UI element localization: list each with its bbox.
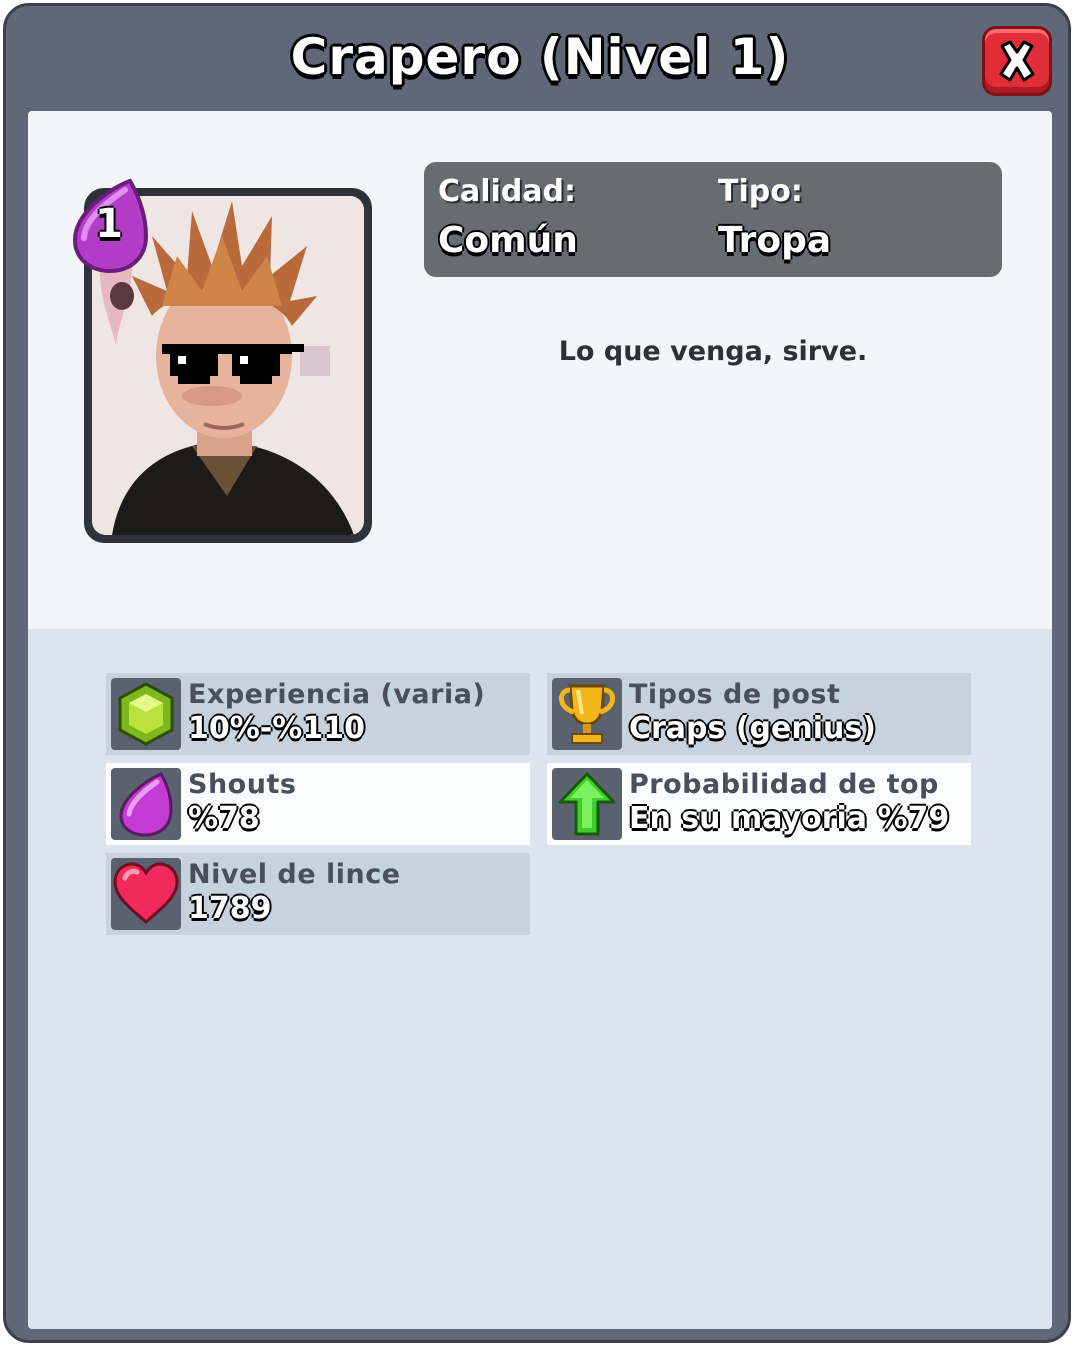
stat-value: En su mayoria %79 (629, 801, 950, 836)
close-icon (999, 40, 1035, 82)
quality-label: Calidad: (438, 174, 577, 209)
trophy-icon (552, 678, 622, 750)
close-button[interactable] (982, 26, 1052, 96)
stat-name: Probabilidad de top (629, 769, 939, 800)
card-description: Lo que venga, sirve. (558, 336, 868, 367)
elixir-icon (111, 768, 181, 840)
card-info-dialog: Crapero (Nivel 1) 1 Calidad: Común Tipo:… (3, 3, 1071, 1343)
stat-shouts: Shouts %78 (106, 763, 530, 845)
stat-experience: Experiencia (varia) 10%-%110 (106, 673, 530, 755)
gem-icon (111, 678, 181, 750)
stat-value: 1789 (188, 891, 272, 926)
stat-value: Craps (genius) (629, 711, 876, 746)
stat-top-probability: Probabilidad de top En su mayoria %79 (547, 763, 971, 845)
stat-value: %78 (188, 801, 260, 836)
type-label: Tipo: (718, 174, 803, 209)
stat-lynx-level: Nivel de lince 1789 (106, 853, 530, 935)
stat-name: Nivel de lince (188, 859, 401, 890)
type-value: Tropa (718, 220, 832, 261)
stat-name: Shouts (188, 769, 297, 800)
stat-name: Experiencia (varia) (188, 679, 486, 710)
heart-icon (111, 858, 181, 930)
card-summary-area: 1 Calidad: Común Tipo: Tropa Lo que veng… (28, 111, 1052, 629)
card-info-box: Calidad: Común Tipo: Tropa (424, 162, 1002, 277)
card-level: 1 (95, 201, 123, 247)
stat-post-types: Tipos de post Craps (genius) (547, 673, 971, 755)
dialog-content: 1 Calidad: Común Tipo: Tropa Lo que veng… (28, 111, 1052, 1329)
quality-value: Común (438, 220, 578, 261)
arrow-up-icon (552, 768, 622, 840)
stat-value: 10%-%110 (188, 711, 365, 746)
dialog-title: Crapero (Nivel 1) (290, 28, 790, 86)
stat-name: Tipos de post (629, 679, 841, 710)
